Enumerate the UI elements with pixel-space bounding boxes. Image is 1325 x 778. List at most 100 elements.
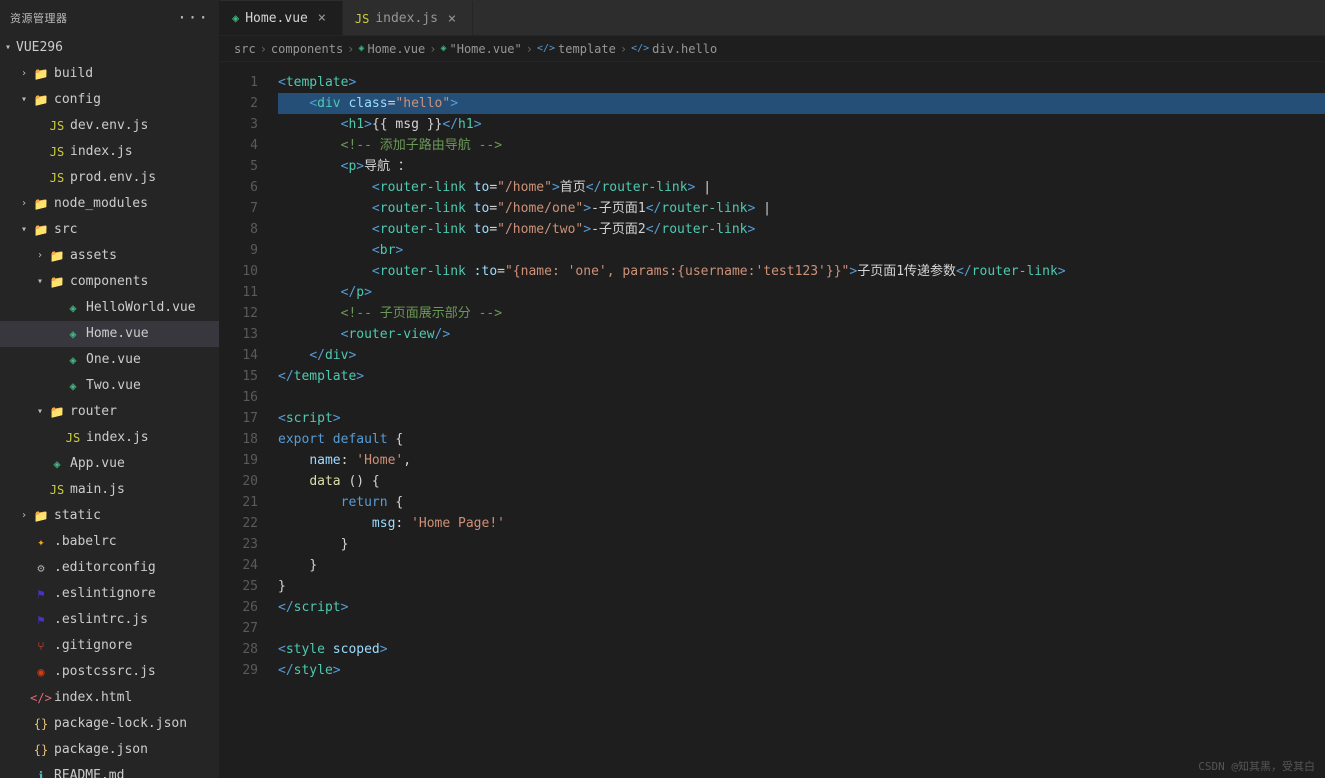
code-line: <template> (278, 72, 1325, 93)
code-area[interactable]: <template> <div class="hello"> <h1>{{ ms… (270, 62, 1325, 778)
tab-close-button[interactable]: × (314, 10, 330, 26)
sidebar-item-static[interactable]: › 📁 static (0, 503, 219, 529)
folder-icon: 📁 (32, 63, 50, 85)
sidebar-item-.eslintignore[interactable]: ⚑ .eslintignore (0, 581, 219, 607)
line-number: 8 (220, 219, 258, 240)
code-line: <router-link to="/home/one">-子页面1</route… (278, 198, 1325, 219)
sidebar-item-label: index.js (86, 427, 149, 449)
sidebar-item-label: package.json (54, 739, 148, 761)
line-number: 20 (220, 471, 258, 492)
sidebar-item-Home.vue[interactable]: ◈ Home.vue (0, 321, 219, 347)
sidebar-header: 资源管理器 ··· (0, 0, 219, 35)
sidebar-item-index.html[interactable]: </> index.html (0, 685, 219, 711)
breadcrumb-separator: › (429, 42, 436, 56)
sidebar-item-node_modules[interactable]: › 📁 node_modules (0, 191, 219, 217)
sidebar-item-label: .babelrc (54, 531, 117, 553)
sidebar-item-main.js[interactable]: JS main.js (0, 477, 219, 503)
code-line: <router-link :to="{name: 'one', params:{… (278, 261, 1325, 282)
sidebar-item-package-lock.json[interactable]: {} package-lock.json (0, 711, 219, 737)
code-line (278, 618, 1325, 639)
tab-home-vue[interactable]: ◈ Home.vue × (220, 1, 343, 35)
folder-arrow-icon: › (32, 245, 48, 267)
sidebar-item-label: assets (70, 245, 117, 267)
breadcrumb: src›components›◈Home.vue›◈"Home.vue"›</>… (220, 36, 1325, 62)
sidebar-item-README.md[interactable]: ℹ README.md (0, 763, 219, 778)
code-line: <router-view/> (278, 324, 1325, 345)
sidebar-item-label: prod.env.js (70, 167, 156, 189)
sidebar-item-config[interactable]: ▾ 📁 config (0, 87, 219, 113)
line-number: 17 (220, 408, 258, 429)
sidebar-item-prod.env.js[interactable]: JS prod.env.js (0, 165, 219, 191)
sidebar: 资源管理器 ··· ▾ VUE296 › 📁 build ▾ 📁 config … (0, 0, 220, 778)
bc-text: template (558, 42, 616, 56)
line-number: 25 (220, 576, 258, 597)
sidebar-item-App.vue[interactable]: ◈ App.vue (0, 451, 219, 477)
code-line: } (278, 534, 1325, 555)
code-line: } (278, 555, 1325, 576)
sidebar-item-build[interactable]: › 📁 build (0, 61, 219, 87)
sidebar-item-HelloWorld.vue[interactable]: ◈ HelloWorld.vue (0, 295, 219, 321)
sidebar-item-label: Two.vue (86, 375, 141, 397)
sidebar-item-root[interactable]: ▾ VUE296 (0, 35, 219, 61)
code-line: <router-link to="/home/two">-子页面2</route… (278, 219, 1325, 240)
line-number: 6 (220, 177, 258, 198)
tab-close-button[interactable]: × (444, 11, 460, 27)
sidebar-item-label: package-lock.json (54, 713, 187, 735)
bc-text: Home.vue (367, 42, 425, 56)
line-number: 7 (220, 198, 258, 219)
sidebar-item-.babelrc[interactable]: ✦ .babelrc (0, 529, 219, 555)
sidebar-item-router[interactable]: ▾ 📁 router (0, 399, 219, 425)
sidebar-item-label: .postcssrc.js (54, 661, 156, 683)
sidebar-item-package.json[interactable]: {} package.json (0, 737, 219, 763)
code-line: <br> (278, 240, 1325, 261)
sidebar-menu-button[interactable]: ··· (177, 8, 209, 27)
sidebar-item-label: build (54, 63, 93, 85)
line-number: 22 (220, 513, 258, 534)
bc-text: src (234, 42, 256, 56)
line-number: 4 (220, 135, 258, 156)
line-number: 3 (220, 114, 258, 135)
sidebar-item-label: src (54, 219, 77, 241)
sidebar-item-components[interactable]: ▾ 📁 components (0, 269, 219, 295)
line-number: 23 (220, 534, 258, 555)
sidebar-item-.postcssrc.js[interactable]: ◉ .postcssrc.js (0, 659, 219, 685)
sidebar-item-assets[interactable]: › 📁 assets (0, 243, 219, 269)
code-line: <style scoped> (278, 639, 1325, 660)
vue-icon: ◈ (64, 323, 82, 345)
sidebar-item-One.vue[interactable]: ◈ One.vue (0, 347, 219, 373)
code-line: name: 'Home', (278, 450, 1325, 471)
sidebar-root-label: VUE296 (16, 37, 63, 59)
breadcrumb-separator: › (347, 42, 354, 56)
tab-index-js[interactable]: JS index.js × (343, 1, 473, 35)
line-number: 14 (220, 345, 258, 366)
folder-arrow-icon: › (16, 193, 32, 215)
js-icon: JS (48, 141, 66, 163)
folder-icon: 📁 (32, 89, 50, 111)
editor-area: ◈ Home.vue × JS index.js × src›component… (220, 0, 1325, 778)
sidebar-item-Two.vue[interactable]: ◈ Two.vue (0, 373, 219, 399)
sidebar-item-.gitignore[interactable]: ⑂ .gitignore (0, 633, 219, 659)
breadcrumb-item-2: ◈Home.vue (358, 42, 425, 56)
sidebar-item-label: App.vue (70, 453, 125, 475)
code-line: </style> (278, 660, 1325, 681)
sidebar-item-router-index.js[interactable]: JS index.js (0, 425, 219, 451)
sidebar-item-dev.env.js[interactable]: JS dev.env.js (0, 113, 219, 139)
line-number: 28 (220, 639, 258, 660)
folder-icon: 📁 (32, 193, 50, 215)
sidebar-item-.eslintrc.js[interactable]: ⚑ .eslintrc.js (0, 607, 219, 633)
folder-arrow-icon: ▾ (16, 89, 32, 111)
sidebar-item-src[interactable]: ▾ 📁 src (0, 217, 219, 243)
postcss-icon: ◉ (32, 661, 50, 683)
bc-text: "Home.vue" (450, 42, 522, 56)
js-icon: JS (64, 427, 82, 449)
vue-icon: ◈ (64, 349, 82, 371)
breadcrumb-item-4: </>template (537, 42, 616, 56)
tab-icon: ◈ (232, 11, 239, 25)
eslint-icon: ⚑ (32, 609, 50, 631)
json-icon: {} (32, 713, 50, 735)
sidebar-item-label: One.vue (86, 349, 141, 371)
sidebar-item-.editorconfig[interactable]: ⚙ .editorconfig (0, 555, 219, 581)
babel-icon: ✦ (32, 531, 50, 553)
line-number: 12 (220, 303, 258, 324)
sidebar-item-index.js-config[interactable]: JS index.js (0, 139, 219, 165)
